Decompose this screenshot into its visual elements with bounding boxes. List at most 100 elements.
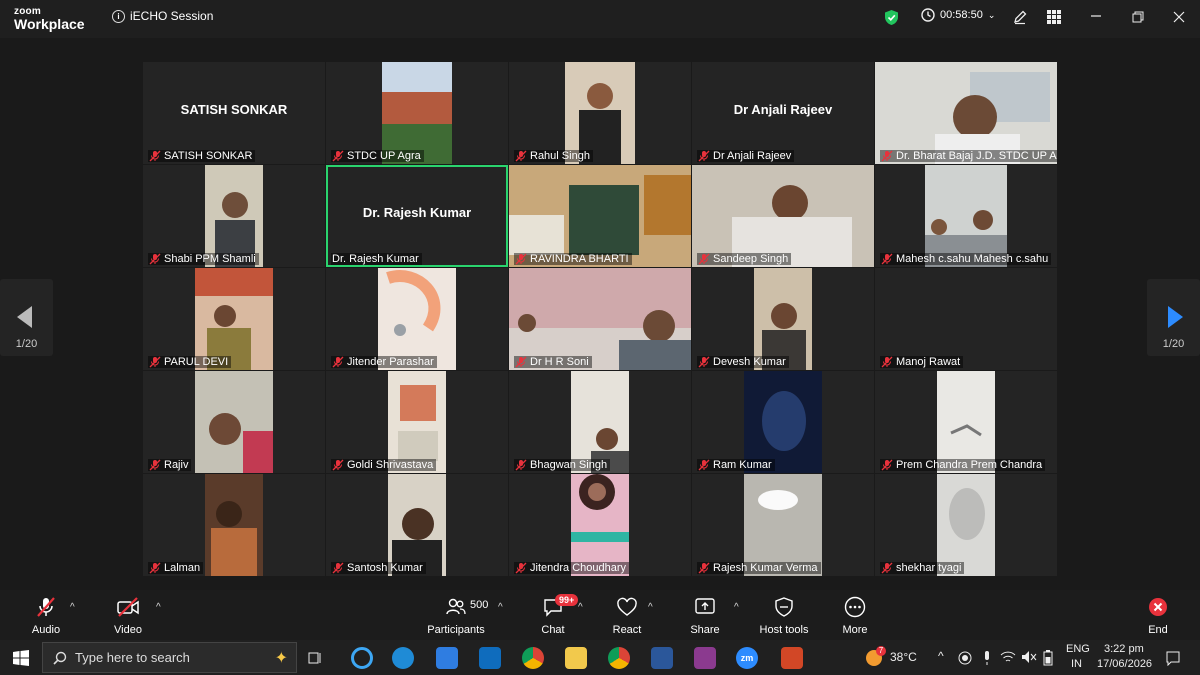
- participant-label: Jitendra Choudhary: [514, 562, 630, 574]
- end-button[interactable]: End: [1140, 596, 1176, 636]
- file-explorer-icon[interactable]: [565, 647, 587, 669]
- notification-icon[interactable]: [1165, 650, 1181, 666]
- end-icon: [1149, 598, 1167, 616]
- audio-label: Audio: [31, 624, 61, 636]
- participant-label: Devesh Kumar: [697, 356, 789, 368]
- share-button[interactable]: Share: [688, 596, 722, 636]
- close-icon[interactable]: [1173, 11, 1185, 23]
- host-tools-button[interactable]: Host tools: [756, 596, 812, 636]
- store-icon[interactable]: [436, 647, 458, 669]
- participant-tile[interactable]: Sandeep Singh: [692, 165, 874, 267]
- participant-label: Santosh Kumar: [331, 562, 426, 574]
- participant-tile-active-speaker[interactable]: Dr. Rajesh Kumar Dr. Rajesh Kumar: [326, 165, 508, 267]
- task-view-icon[interactable]: [307, 650, 323, 666]
- participant-tile[interactable]: SATISH SONKAR SATISH SONKAR: [143, 62, 325, 164]
- participant-tile[interactable]: shekhar tyagi: [875, 474, 1057, 576]
- zoom-app-icon[interactable]: zm: [736, 647, 758, 669]
- more-button[interactable]: More: [838, 596, 872, 636]
- chat-label: Chat: [541, 624, 565, 636]
- participant-tile[interactable]: Jitendra Choudhary: [509, 474, 691, 576]
- pen-icon[interactable]: [1012, 9, 1028, 25]
- mic-muted-icon: [515, 459, 527, 471]
- session-info[interactable]: i iECHO Session: [112, 9, 213, 23]
- video-button[interactable]: Video: [108, 596, 148, 636]
- clock-date[interactable]: 17/06/2026: [1097, 658, 1152, 670]
- participant-video: [565, 62, 635, 164]
- participant-label: PARUL DEVI: [148, 356, 232, 368]
- participant-tile[interactable]: Rajesh Kumar Verma: [692, 474, 874, 576]
- tray-chevron-icon[interactable]: ^: [938, 649, 944, 663]
- participant-tile[interactable]: Prem Chandra Prem Chandra: [875, 371, 1057, 473]
- participant-video: [744, 371, 822, 473]
- wifi-icon[interactable]: [1000, 650, 1016, 664]
- participant-video: [205, 165, 263, 267]
- share-options-caret[interactable]: ^: [734, 602, 739, 613]
- grid-view-icon[interactable]: [1046, 9, 1062, 25]
- participant-tile[interactable]: Goldi Shrivastava: [326, 371, 508, 473]
- participant-tile[interactable]: RAVINDRA BHARTI: [509, 165, 691, 267]
- participant-grid: SATISH SONKAR SATISH SONKAR STDC UP Agra…: [143, 62, 1057, 577]
- meeting-timer[interactable]: 00:58:50 ⌄: [921, 8, 995, 22]
- chat-options-caret[interactable]: ^: [578, 602, 583, 613]
- encryption-shield-icon[interactable]: [884, 9, 899, 26]
- participant-tile[interactable]: STDC UP Agra: [326, 62, 508, 164]
- participant-tile[interactable]: Dr H R Soni: [509, 268, 691, 370]
- participant-video: [571, 371, 629, 473]
- participant-video: [388, 371, 446, 473]
- outlook-icon[interactable]: [479, 647, 501, 669]
- prev-page-button[interactable]: 1/20: [0, 279, 53, 356]
- chrome-icon[interactable]: [522, 647, 544, 669]
- participants-options-caret[interactable]: ^: [498, 602, 503, 613]
- participant-display-name: Dr. Rajesh Kumar: [362, 205, 472, 220]
- minimize-icon[interactable]: [1090, 14, 1102, 18]
- cortana-icon[interactable]: [351, 647, 373, 669]
- info-icon[interactable]: i: [112, 9, 125, 23]
- participant-video: [378, 268, 456, 370]
- participant-tile[interactable]: Jitender Parashar: [326, 268, 508, 370]
- chrome-profile-icon[interactable]: [608, 647, 630, 669]
- participant-tile[interactable]: Dr. Bharat Bajaj J.D. STDC UP Agra: [875, 62, 1057, 164]
- participant-video: [744, 474, 822, 576]
- video-options-caret[interactable]: ^: [156, 602, 161, 613]
- mic-tray-icon[interactable]: [981, 650, 993, 666]
- video-label: Video: [114, 624, 142, 636]
- participant-tile[interactable]: Lalman: [143, 474, 325, 576]
- windows-start-icon[interactable]: [13, 650, 29, 666]
- temperature: 38°C: [890, 650, 917, 664]
- battery-icon[interactable]: [1043, 650, 1053, 666]
- mic-muted-icon: [881, 150, 893, 162]
- participant-tile[interactable]: Devesh Kumar: [692, 268, 874, 370]
- participant-tile[interactable]: Shabi PPM Shamli: [143, 165, 325, 267]
- word-icon[interactable]: [651, 647, 673, 669]
- participant-tile[interactable]: Rajiv: [143, 371, 325, 473]
- volume-muted-icon[interactable]: [1021, 650, 1037, 664]
- participant-tile[interactable]: Dr Anjali Rajeev Dr Anjali Rajeev: [692, 62, 874, 164]
- next-page-button[interactable]: 1/20: [1147, 279, 1200, 356]
- taskbar-search[interactable]: Type here to search ✦: [42, 642, 297, 673]
- participant-tile[interactable]: PARUL DEVI: [143, 268, 325, 370]
- clock-time[interactable]: 3:22 pm: [1104, 643, 1144, 655]
- participant-tile[interactable]: Santosh Kumar: [326, 474, 508, 576]
- participant-video: [937, 474, 995, 576]
- language-code[interactable]: ENG: [1066, 643, 1090, 655]
- mic-muted-icon: [332, 459, 344, 471]
- edge-browser-icon[interactable]: [392, 647, 414, 669]
- participant-tile[interactable]: Bhagwan Singh: [509, 371, 691, 473]
- audio-options-caret[interactable]: ^: [70, 602, 75, 613]
- powerpoint-icon[interactable]: [781, 647, 803, 669]
- participant-tile[interactable]: Mahesh c.sahu Mahesh c.sahu: [875, 165, 1057, 267]
- participant-label: Shabi PPM Shamli: [148, 253, 259, 265]
- share-label: Share: [690, 624, 720, 636]
- participant-label: Dr Anjali Rajeev: [697, 150, 795, 162]
- record-tray-icon[interactable]: [958, 651, 972, 665]
- react-button[interactable]: React: [610, 596, 644, 636]
- participant-tile[interactable]: Rahul Singh: [509, 62, 691, 164]
- react-options-caret[interactable]: ^: [648, 602, 653, 613]
- winrar-icon[interactable]: [694, 647, 716, 669]
- participant-video: [925, 165, 1007, 267]
- participant-tile[interactable]: Ram Kumar: [692, 371, 874, 473]
- language-region[interactable]: IN: [1071, 658, 1082, 670]
- restore-icon[interactable]: [1132, 11, 1144, 23]
- audio-button[interactable]: Audio: [26, 596, 66, 636]
- participant-tile[interactable]: Manoj Rawat: [875, 268, 1057, 370]
